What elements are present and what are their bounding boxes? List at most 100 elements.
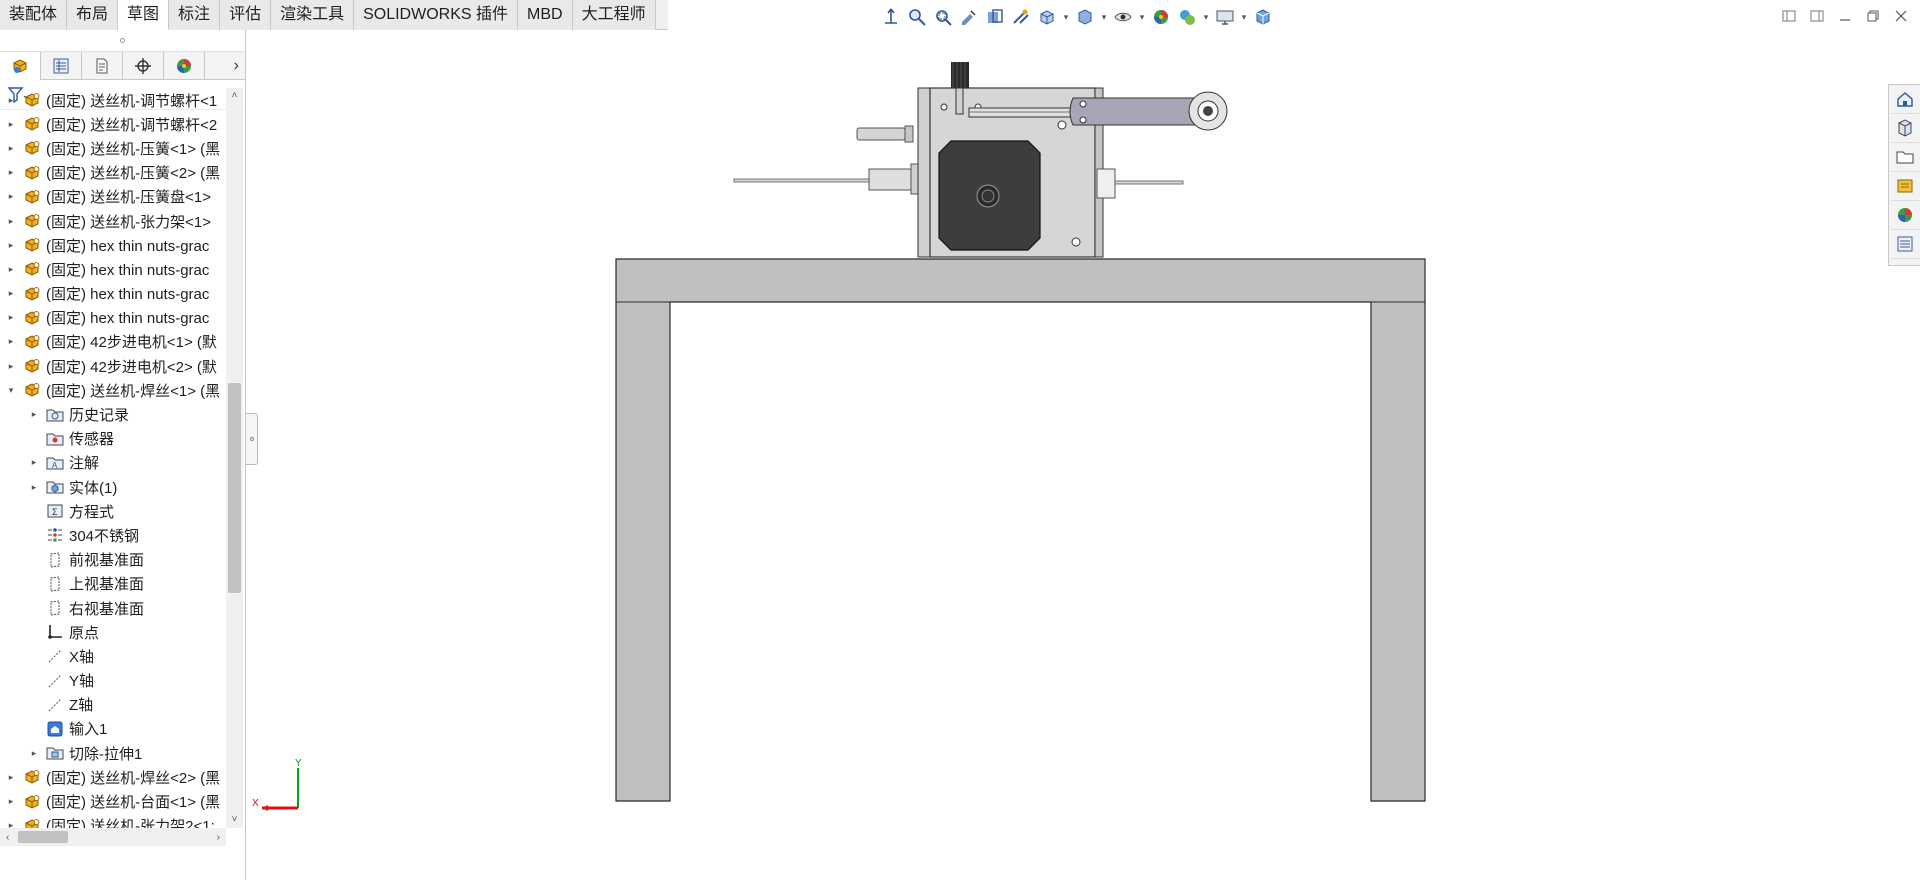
tree-feature-row[interactable]: 前视基准面 <box>0 548 226 572</box>
tree-expander-icon[interactable]: ▸ <box>6 119 16 130</box>
view-settings-dropdown[interactable]: ▾ <box>1240 6 1248 28</box>
welding-wire-left[interactable] <box>733 163 922 195</box>
tree-horizontal-scrollbar[interactable]: ‹ › <box>0 828 226 846</box>
tree-component-row[interactable]: ▸ (固定) 送丝机-张力架<1> <box>0 209 226 233</box>
tree-expander-icon[interactable]: ▸ <box>29 748 39 759</box>
panel-grip[interactable] <box>0 30 245 52</box>
hide-show-dropdown[interactable]: ▾ <box>1138 6 1146 28</box>
tree-feature-row[interactable]: X轴 <box>0 644 226 668</box>
next-tab-arrow[interactable]: › <box>234 57 239 75</box>
tree-component-row[interactable]: ▸ (固定) hex thin nuts-grac <box>0 257 226 281</box>
tree-expander-icon[interactable]: ▸ <box>6 288 16 299</box>
tree-vertical-scrollbar[interactable]: ˄ ˅ <box>226 88 243 828</box>
dock-right-icon[interactable] <box>1806 6 1828 26</box>
tree-feature-row[interactable]: Z轴 <box>0 693 226 717</box>
ribbon-tab[interactable]: 渲染工具 <box>271 0 355 30</box>
view-palette-icon[interactable] <box>1890 172 1919 201</box>
view-settings-icon[interactable] <box>1214 6 1236 28</box>
ribbon-tab[interactable]: 标注 <box>169 0 221 30</box>
tree-expander-icon[interactable]: ▸ <box>29 457 39 468</box>
tree-feature-row[interactable]: Σ 方程式 <box>0 499 226 523</box>
tree-expander-icon[interactable]: ▸ <box>6 95 16 106</box>
restore-icon[interactable] <box>1862 6 1884 26</box>
solidworks-resources-icon[interactable] <box>1890 85 1919 114</box>
ribbon-tab[interactable]: 装配体 <box>0 0 68 30</box>
guide-tube-upper[interactable] <box>856 125 914 143</box>
close-icon[interactable] <box>1890 6 1912 26</box>
tree-component-row[interactable]: ▸ (固定) 送丝机-张力架2<1: <box>0 814 226 828</box>
tree-feature-row[interactable]: ▸ A 注解 <box>0 451 226 475</box>
edit-appearance-icon[interactable] <box>1150 6 1172 28</box>
tree-expander-icon[interactable]: ▸ <box>6 820 16 828</box>
design-library-icon[interactable] <box>1890 114 1919 143</box>
tree-expander-icon[interactable]: ▸ <box>6 143 16 154</box>
tree-expander-icon[interactable]: ▸ <box>6 312 16 323</box>
scroll-left-arrow[interactable]: ‹ <box>6 832 9 843</box>
property-manager-icon[interactable] <box>41 51 82 80</box>
stepper-motor[interactable] <box>938 140 1041 251</box>
tree-expander-icon[interactable]: ▸ <box>6 796 16 807</box>
ribbon-tab[interactable]: 评估 <box>220 0 272 30</box>
tree-component-row[interactable]: ▸ (固定) hex thin nuts-grac <box>0 233 226 257</box>
view-orientation-dropdown[interactable]: ▾ <box>1062 6 1070 28</box>
tree-component-row[interactable]: ▸ (固定) 42步进电机<2> (默 <box>0 354 226 378</box>
tree-component-row[interactable]: ▸ (固定) 送丝机-压簧<2> (黑 <box>0 161 226 185</box>
dimxpert-icon[interactable] <box>123 51 164 80</box>
file-explorer-icon[interactable] <box>1890 143 1919 172</box>
tree-expander-icon[interactable]: ▸ <box>6 336 16 347</box>
apply-scene-icon[interactable] <box>1176 6 1198 28</box>
scroll-down-arrow[interactable]: ˅ <box>226 812 243 828</box>
display-manager-icon[interactable] <box>164 51 205 80</box>
tree-feature-row[interactable]: 传感器 <box>0 427 226 451</box>
tree-expander-icon[interactable]: ▸ <box>6 240 16 251</box>
tree-feature-row[interactable]: Y轴 <box>0 669 226 693</box>
scroll-right-arrow[interactable]: › <box>217 832 220 843</box>
tree-component-row[interactable]: ▸ (固定) 送丝机-调节螺杆<1 <box>0 88 226 112</box>
tree-expander-icon[interactable]: ▸ <box>6 264 16 275</box>
tree-component-row[interactable]: ▸ (固定) hex thin nuts-grac <box>0 306 226 330</box>
zoom-to-area-icon[interactable] <box>932 6 954 28</box>
tree-expander-icon[interactable]: ▸ <box>29 409 39 420</box>
tree-expander-icon[interactable]: ▸ <box>6 772 16 783</box>
tree-expander-icon[interactable]: ▸ <box>6 216 16 227</box>
apply-scene-dropdown[interactable]: ▾ <box>1202 6 1210 28</box>
zoom-to-fit-icon[interactable] <box>906 6 928 28</box>
tree-expander-icon[interactable]: ▾ <box>6 385 16 396</box>
ribbon-tab[interactable]: 草图 <box>118 0 170 30</box>
tree-feature-row[interactable]: 输入1 <box>0 717 226 741</box>
tree-component-row[interactable]: ▸ (固定) 送丝机-焊丝<2> (黑 <box>0 765 226 789</box>
tree-component-row[interactable]: ▸ (固定) 送丝机-调节螺杆<2 <box>0 112 226 136</box>
configuration-manager-icon[interactable] <box>82 51 123 80</box>
scroll-up-arrow[interactable]: ˄ <box>226 88 243 104</box>
tree-feature-row[interactable]: 右视基准面 <box>0 596 226 620</box>
welding-wire-right[interactable] <box>1096 168 1184 199</box>
scroll-thumb[interactable] <box>228 383 241 593</box>
3d-view-icon[interactable] <box>1252 6 1274 28</box>
horizontal-scroll-thumb[interactable] <box>18 831 68 843</box>
tree-feature-row[interactable]: 304不锈钢 <box>0 523 226 547</box>
graphics-area[interactable]: Y X <box>247 30 1885 880</box>
ribbon-tab[interactable]: MBD <box>518 0 573 30</box>
tree-feature-row[interactable]: 上视基准面 <box>0 572 226 596</box>
tree-feature-row[interactable]: ▸ 切除-拉伸1 <box>0 741 226 765</box>
tree-component-row[interactable]: ▸ (固定) 42步进电机<1> (默 <box>0 330 226 354</box>
dock-left-icon[interactable] <box>1778 6 1800 26</box>
dynamic-annotation-icon[interactable] <box>1010 6 1032 28</box>
section-view-icon[interactable] <box>984 6 1006 28</box>
minimize-icon[interactable] <box>1834 6 1856 26</box>
tree-component-row[interactable]: ▸ (固定) 送丝机-压簧<1> (黑 <box>0 136 226 160</box>
tree-feature-row[interactable]: ▸ 实体(1) <box>0 475 226 499</box>
tree-feature-row[interactable]: 原点 <box>0 620 226 644</box>
tree-component-row[interactable]: ▾ (固定) 送丝机-焊丝<1> (黑 <box>0 378 226 402</box>
tree-component-row[interactable]: ▸ (固定) 送丝机-台面<1> (黑 <box>0 789 226 813</box>
tension-arm[interactable] <box>1069 91 1228 131</box>
view-orientation-origin-icon[interactable] <box>880 6 902 28</box>
featuremanager-tree-icon[interactable] <box>0 51 41 80</box>
tree-expander-icon[interactable]: ▸ <box>6 361 16 372</box>
hide-show-icon[interactable] <box>1112 6 1134 28</box>
display-style-icon[interactable] <box>1074 6 1096 28</box>
display-style-dropdown[interactable]: ▾ <box>1100 6 1108 28</box>
ribbon-tab[interactable]: SOLIDWORKS 插件 <box>354 0 519 30</box>
tree-feature-row[interactable]: ▸ 历史记录 <box>0 402 226 426</box>
assembly-model[interactable] <box>247 30 1885 880</box>
